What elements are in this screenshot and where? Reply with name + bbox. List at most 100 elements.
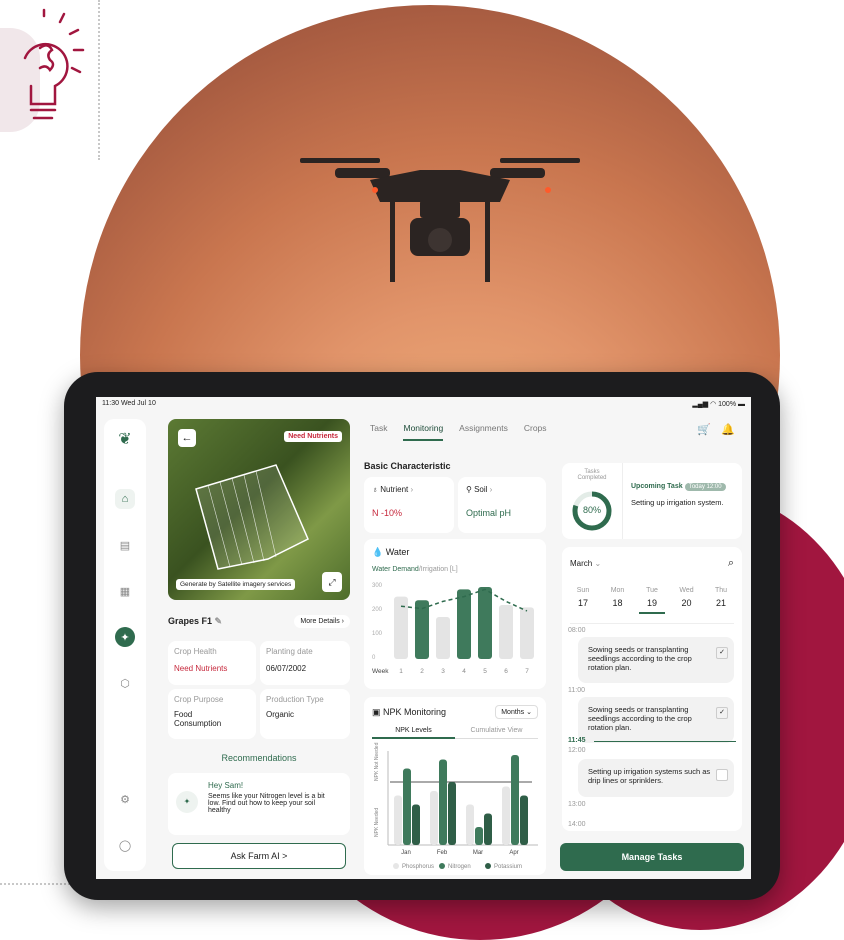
day-name: Mon: [610, 587, 625, 594]
cart-icon[interactable]: 🛒: [697, 423, 711, 436]
production-type-card: Production Type Organic: [260, 689, 350, 739]
y-tick-label: 0: [372, 655, 376, 661]
calendar-day[interactable]: Wed 20: [674, 587, 700, 614]
x-tick-label: 1: [399, 668, 403, 675]
npk-bar: [430, 791, 438, 845]
grid-icon[interactable]: ▦: [115, 581, 135, 601]
event-text: Setting up irrigation systems such as dr…: [588, 767, 711, 785]
progress-percent: 80%: [582, 505, 601, 515]
task-time-badge: Today 12:00: [684, 483, 726, 491]
current-time-line: [594, 741, 736, 742]
x-tick-label: 3: [441, 668, 445, 675]
calendar-day[interactable]: Mon 18: [605, 587, 631, 614]
status-date: Wed Jul 10: [120, 400, 156, 407]
crop-name: Grapes F1 ✎: [168, 616, 223, 626]
water-title: Water: [385, 547, 410, 557]
calendar-day[interactable]: Tue 19: [639, 587, 665, 614]
water-bar: [394, 596, 408, 659]
crop-header: Grapes F1 ✎ More Details ›: [168, 615, 350, 628]
x-tick-label: 6: [504, 668, 508, 675]
more-details-button[interactable]: More Details ›: [294, 615, 350, 628]
x-tick-label: 5: [483, 668, 487, 675]
day-number: 18: [612, 598, 623, 608]
calendar-event[interactable]: Sowing seeds or transplanting seedlings …: [578, 697, 734, 743]
planting-label: Planting date: [266, 647, 313, 656]
tab-cumulative-view[interactable]: Cumulative View: [455, 727, 538, 739]
soil-card[interactable]: ⚲ Soil › Optimal pH: [458, 477, 546, 533]
status-badge: Need Nutrients: [284, 431, 342, 442]
back-button[interactable]: ←: [178, 429, 196, 447]
soil-value: Optimal pH: [466, 508, 512, 518]
y-tick-label: 300: [372, 583, 383, 589]
tab-assignments[interactable]: Assignments: [459, 423, 508, 441]
npk-bar: [466, 804, 474, 845]
legend-swatch: [439, 863, 445, 869]
nutrient-label: Nutrient: [380, 485, 409, 494]
settings-icon[interactable]: ⚙: [115, 789, 135, 809]
npk-bar: [403, 768, 411, 845]
npk-bar: [439, 759, 447, 845]
soil-icon: ⚲: [466, 485, 472, 494]
nutrient-card[interactable]: ♁ Nutrient › N -10%: [364, 477, 454, 533]
crop-purpose-label: Crop Purpose: [174, 695, 224, 704]
time-label: 08:00: [568, 627, 586, 634]
npk-bar: [394, 795, 402, 845]
crop-health-card[interactable]: Crop Health Need Nutrients: [168, 641, 256, 685]
logo-icon: ❦: [118, 431, 132, 448]
tab-npk-levels[interactable]: NPK Levels: [372, 727, 455, 739]
recommendation-text: Seems like your Nitrogen level is a bit: [208, 793, 325, 800]
recommendation-card: ✦ Hey Sam! Seems like your Nitrogen leve…: [168, 773, 350, 835]
y-axis-label-top: NPK Not Needed: [374, 742, 380, 781]
cube-icon[interactable]: ⬡: [115, 673, 135, 693]
search-icon[interactable]: ⌕: [728, 557, 734, 570]
day-name: Wed: [679, 587, 694, 594]
event-checkbox[interactable]: ✓: [716, 707, 728, 719]
upcoming-task-label: Upcoming Task: [631, 483, 683, 490]
production-label: Production Type: [266, 695, 324, 704]
tab-crops[interactable]: Crops: [524, 423, 547, 441]
calendar-event[interactable]: Sowing seeds or transplanting seedlings …: [578, 637, 734, 683]
water-bar: [436, 617, 450, 659]
period-select[interactable]: Months ⌄: [495, 705, 538, 719]
ask-farm-ai-button[interactable]: Ask Farm AI >: [172, 843, 346, 869]
calendar-day[interactable]: Thu 21: [708, 587, 734, 614]
calendar-event[interactable]: Setting up irrigation systems such as dr…: [578, 759, 734, 797]
x-tick-label: Feb: [437, 850, 448, 856]
current-time-label: 11:45: [568, 737, 586, 744]
water-chart: 300 200 100 0 1 2 3 4 5 6 7 Week: [372, 583, 534, 675]
month-select[interactable]: March ⌄: [570, 559, 601, 568]
legend-swatch: [485, 863, 491, 869]
app-screen: 11:30 Wed Jul 10 ▂▄▆ ◠ 100% ▬ ❦ ⌂ ▤ ▦ ✦ …: [96, 397, 751, 879]
manage-tasks-button[interactable]: Manage Tasks: [560, 843, 744, 871]
x-tick-label: 4: [462, 668, 466, 675]
npk-title: NPK Monitoring: [383, 706, 447, 717]
calendar-day[interactable]: Sun 17: [570, 587, 596, 614]
crop-purpose-card[interactable]: Crop Purpose Food Consumption: [168, 689, 256, 739]
day-name: Thu: [714, 587, 728, 594]
satellite-map[interactable]: ← Need Nutrients Generate by Satellite i…: [168, 419, 350, 600]
user-icon[interactable]: ◯: [115, 835, 135, 855]
status-time: 11:30: [102, 400, 119, 407]
bell-icon[interactable]: 🔔: [721, 423, 735, 436]
recommendations-title: Recommendations: [221, 753, 297, 763]
crop-purpose-value-2: Consumption: [174, 719, 222, 728]
home-icon[interactable]: ⌂: [115, 489, 135, 509]
x-tick-label: 7: [525, 668, 529, 675]
crop-health-label: Crop Health: [174, 647, 217, 656]
expand-icon[interactable]: ⤢: [322, 572, 342, 592]
tasks-summary-card: Tasks Completed 80% Upcoming Task Today …: [562, 463, 742, 539]
event-checkbox[interactable]: ✓: [716, 647, 728, 659]
tab-task[interactable]: Task: [370, 423, 387, 441]
calculator-icon[interactable]: ▤: [115, 535, 135, 555]
event-checkbox[interactable]: [716, 769, 728, 781]
day-number: 20: [681, 598, 692, 608]
legend-label: Phosphorus: [402, 864, 434, 870]
ai-sparkle-icon[interactable]: ✦: [115, 627, 135, 647]
production-value: Organic: [266, 710, 295, 719]
water-card: 💧 Water Water Demand/Irrigation [L] 300 2…: [364, 539, 546, 689]
water-bar: [520, 607, 534, 659]
day-name: Sun: [576, 587, 590, 594]
y-tick-label: 200: [372, 607, 383, 613]
tab-monitoring[interactable]: Monitoring: [403, 423, 444, 441]
sidebar-nav: ❦ ⌂ ▤ ▦ ✦ ⬡ ⚙ ◯: [104, 419, 146, 871]
